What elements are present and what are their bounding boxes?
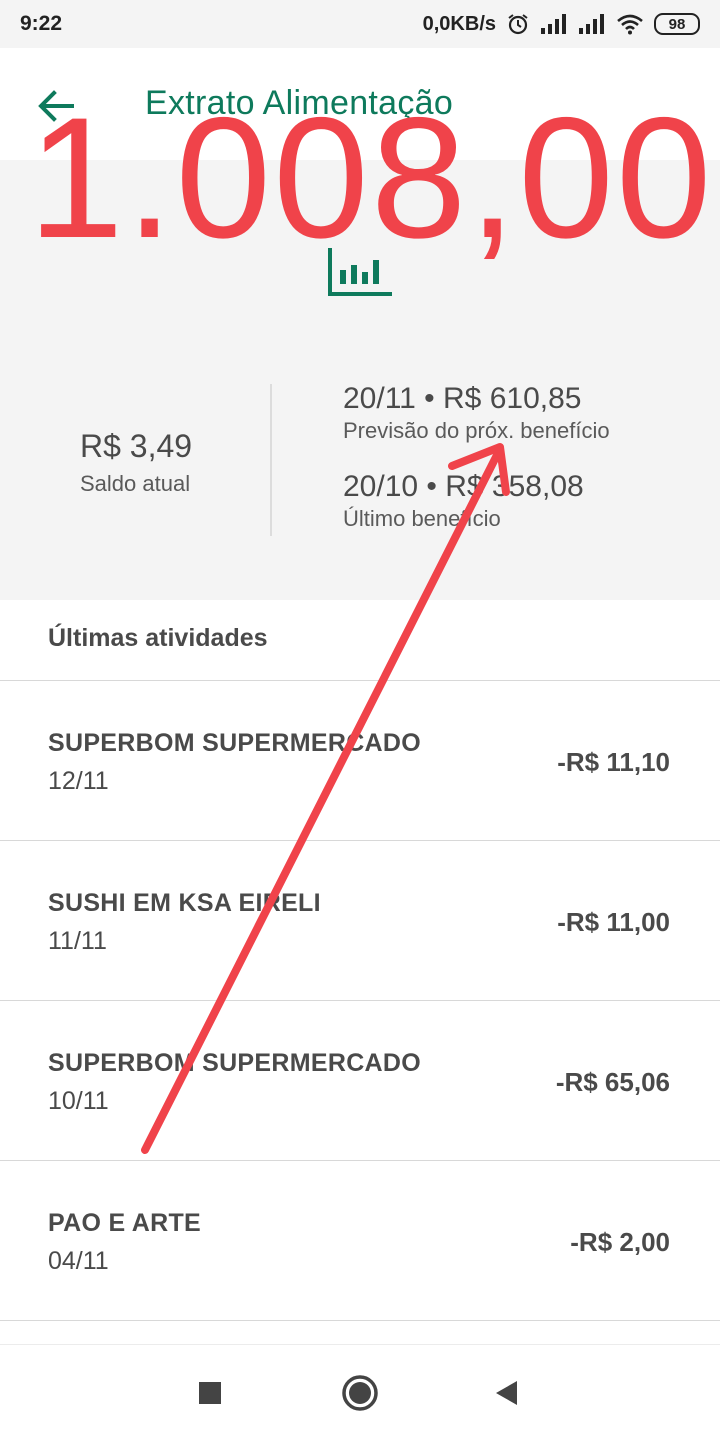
current-balance-value: R$ 3,49 [80, 428, 193, 464]
annotation-total: 1.008,00 [28, 82, 714, 274]
next-benefit: 20/11 • R$ 610,85 Previsão do próx. bene… [343, 382, 610, 444]
status-bar: 9:22 0,0KB/s 98 [0, 0, 720, 48]
status-icons: 0,0KB/s 98 [423, 10, 700, 38]
wifi-icon [616, 13, 644, 35]
battery-icon: 98 [654, 13, 700, 35]
next-benefit-label: Previsão do próx. benefício [343, 418, 610, 443]
triangle-back-icon [496, 1381, 517, 1405]
list-item[interactable]: SUPERBOM SUPERMERCADO 12/11 -R$ 11,10 [0, 681, 720, 841]
activity-date: 04/11 [48, 1247, 109, 1275]
activity-date: 10/11 [48, 1087, 109, 1115]
activity-date: 11/11 [48, 927, 107, 955]
system-nav-bar [0, 1344, 720, 1440]
activity-amount: -R$ 11,10 [557, 747, 670, 777]
circle-icon [342, 1375, 378, 1411]
activity-merchant: SUSHI EM KSA EIRELI [48, 889, 321, 917]
recent-activities-title: Últimas atividades [48, 624, 268, 652]
last-benefit-value: 20/10 • R$ 358,08 [343, 470, 584, 503]
activity-merchant: SUPERBOM SUPERMERCADO [48, 729, 421, 757]
activity-date: 12/11 [48, 767, 109, 795]
signal-icon [578, 13, 606, 35]
activity-list: SUPERBOM SUPERMERCADO 12/11 -R$ 11,10 SU… [0, 680, 720, 1321]
list-item[interactable]: PAO E ARTE 04/11 -R$ 2,00 [0, 1161, 720, 1321]
activity-merchant: PAO E ARTE [48, 1209, 202, 1237]
status-time: 9:22 [20, 12, 63, 35]
next-benefit-value: 20/11 • R$ 610,85 [343, 382, 582, 415]
back-nav-button[interactable] [484, 1371, 528, 1415]
last-benefit-label: Último benefício [343, 506, 501, 531]
alarm-icon [506, 12, 530, 36]
home-button[interactable] [338, 1371, 382, 1415]
list-item[interactable]: SUSHI EM KSA EIRELI 11/11 -R$ 11,00 [0, 841, 720, 1001]
recents-button[interactable] [188, 1371, 232, 1415]
activity-amount: -R$ 65,06 [555, 1067, 670, 1097]
activity-amount: -R$ 11,00 [557, 907, 670, 937]
last-benefit: 20/10 • R$ 358,08 Último benefício [343, 470, 584, 532]
divider [270, 384, 272, 536]
list-item[interactable]: SUPERBOM SUPERMERCADO 10/11 -R$ 65,06 [0, 1001, 720, 1161]
activity-amount: -R$ 2,00 [570, 1227, 670, 1257]
activity-merchant: SUPERBOM SUPERMERCADO [48, 1049, 421, 1077]
current-balance: R$ 3,49 Saldo atual [80, 428, 192, 497]
net-speed: 0,0KB/s [422, 12, 496, 35]
signal-icon [540, 13, 568, 35]
current-balance-label: Saldo atual [80, 471, 191, 496]
square-icon [199, 1382, 221, 1404]
